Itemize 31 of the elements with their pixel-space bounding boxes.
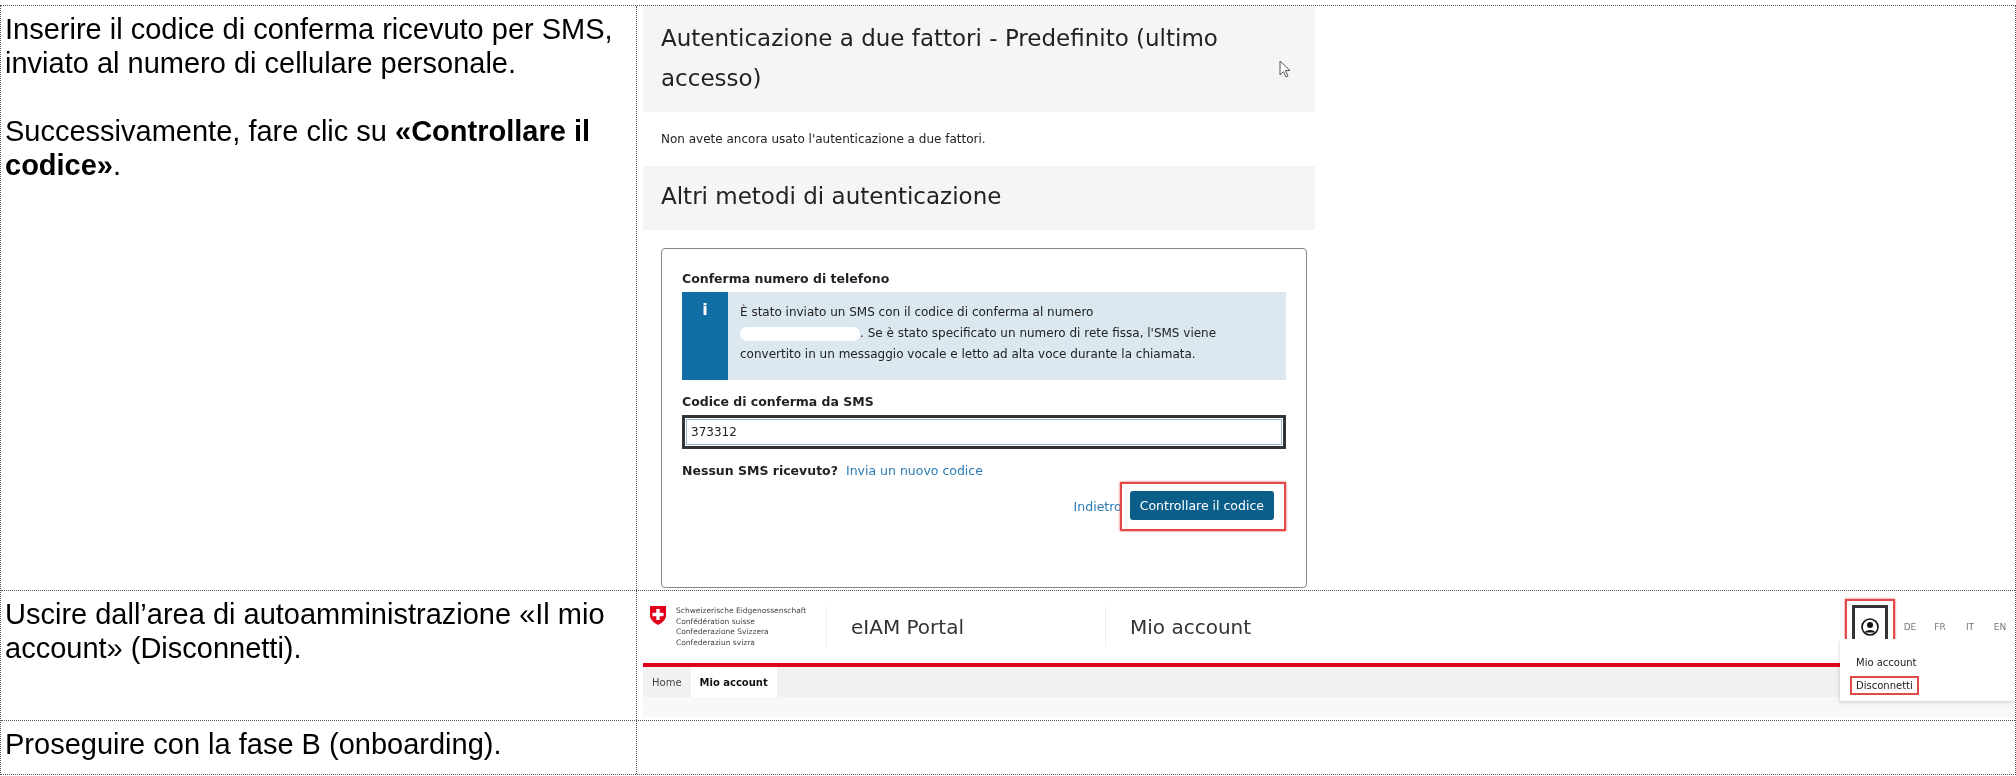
cursor-icon bbox=[1279, 60, 1291, 78]
instruction-text: Inserire il codice di conferma ricevuto per SMS, inviato al numero di cellulare personale. bbox=[5, 12, 614, 80]
section-title: Autenticazione a due fattori - Predefinito (ultimo accesso) bbox=[661, 24, 1219, 93]
portal-name: eIAM Portal bbox=[850, 615, 965, 639]
instruction-text: Successivamente, fare clic su «Controllare il codice». bbox=[5, 114, 592, 182]
page-name: Mio account bbox=[1129, 615, 1253, 639]
card-title: Conferma numero di telefono bbox=[682, 271, 891, 286]
nav-tab[interactable]: Home bbox=[643, 667, 691, 697]
language-link[interactable]: FR bbox=[1925, 622, 1955, 632]
resend-link[interactable]: Invia un nuovo codice bbox=[845, 463, 983, 478]
language-link[interactable]: IT bbox=[1955, 622, 1985, 632]
instruction-text: Proseguire con la fase B (onboarding). bbox=[5, 727, 503, 761]
language-link[interactable]: EN bbox=[1985, 622, 2015, 632]
menu-item[interactable]: Mio account bbox=[1850, 653, 1923, 672]
user-icon bbox=[1861, 618, 1879, 636]
info-text: convertito in un messaggio vocale e letto ad alta voce durante la chiamata. bbox=[740, 346, 1196, 363]
submit-button[interactable]: Controllare il codice bbox=[1129, 491, 1274, 520]
shield-cross-icon bbox=[649, 605, 667, 626]
info-icon: i bbox=[702, 302, 708, 380]
nav-tab[interactable]: Mio account bbox=[690, 667, 777, 697]
code-input-field[interactable]: 373312 bbox=[682, 415, 1286, 449]
field-label: Codice di conferma da SMS bbox=[682, 394, 875, 409]
section-title: Altri metodi di autenticazione bbox=[661, 182, 1003, 211]
menu-item[interactable]: Disconnetti bbox=[1850, 676, 1919, 695]
back-link[interactable]: Indietro bbox=[1073, 499, 1122, 514]
info-text: . Se è stato specificato un numero di rete fissa, l'SMS viene bbox=[860, 325, 1217, 342]
language-link[interactable]: DE bbox=[1895, 622, 1925, 632]
no-sms-text: Nessun SMS ricevuto? bbox=[682, 463, 838, 478]
status-text: Non avete ancora usato l'autenticazione a due fattori. bbox=[660, 131, 987, 148]
info-text: È stato inviato un SMS con il codice di conferma al numero bbox=[740, 303, 1095, 321]
instruction-text: Uscire dall’area di autoamministrazione «Il mio account» (Disconnetti). bbox=[5, 597, 606, 665]
